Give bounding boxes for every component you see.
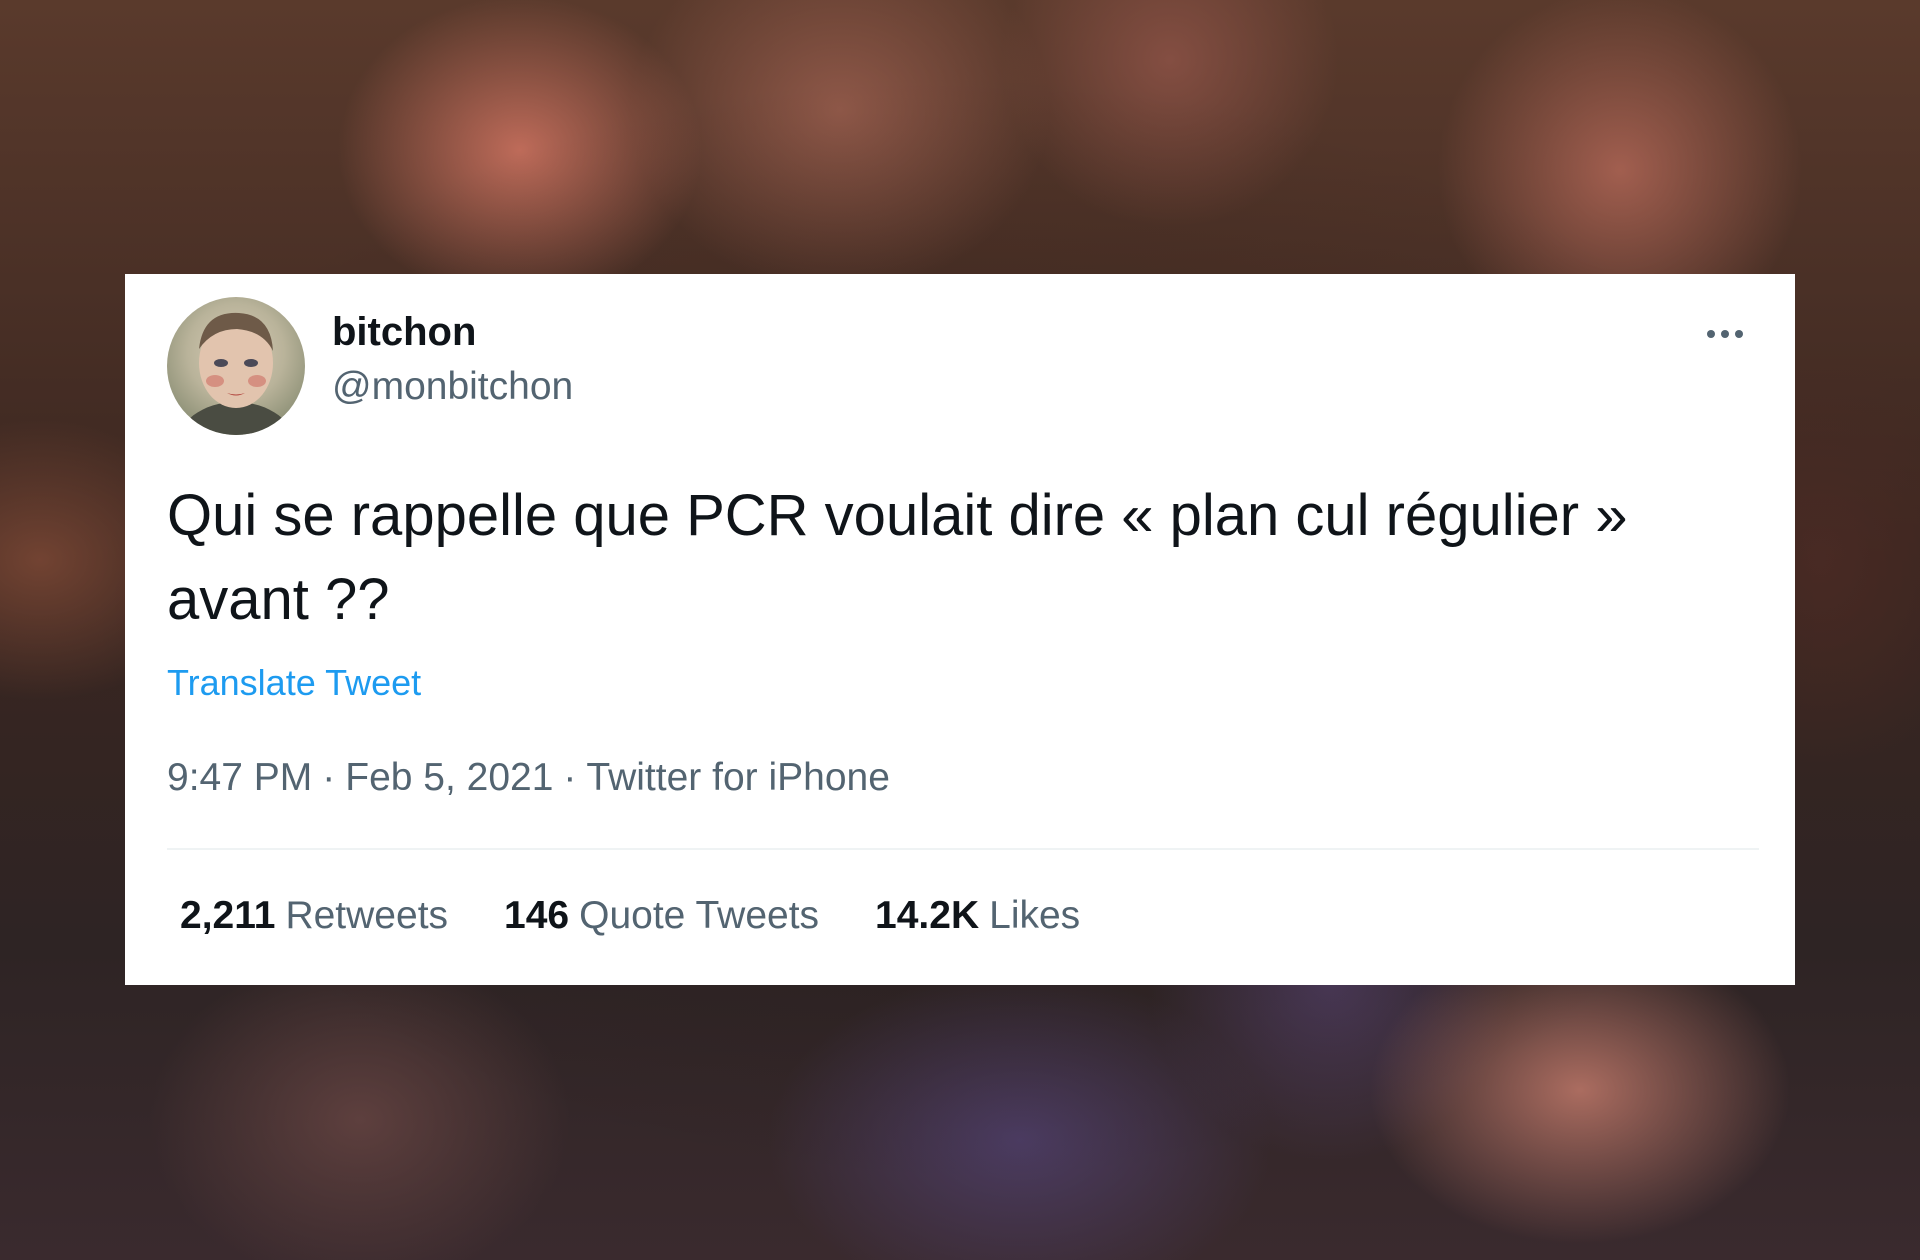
tweet-date[interactable]: Feb 5, 2021	[345, 756, 553, 799]
engagement-stats: 2,211 Retweets 146 Quote Tweets 14.2K Likes	[180, 894, 1080, 938]
tweet-card: bitchon @monbitchon Qui se rappelle que …	[125, 274, 1795, 985]
user-handle[interactable]: @monbitchon	[332, 365, 573, 409]
retweets-label: Retweets	[285, 894, 449, 937]
avatar-portrait-image	[178, 312, 294, 435]
retweets-count: 2,211	[180, 894, 276, 937]
tweet-meta: 9:47 PM · Feb 5, 2021 · Twitter for iPhone	[167, 756, 890, 800]
divider	[167, 848, 1759, 850]
more-options-button[interactable]	[1697, 322, 1753, 346]
quote-tweets-stat[interactable]: 146 Quote Tweets	[504, 894, 819, 938]
display-name[interactable]: bitchon	[332, 310, 476, 354]
meta-separator: ·	[563, 756, 577, 799]
quote-tweets-label: Quote Tweets	[579, 894, 820, 937]
tweet-time[interactable]: 9:47 PM	[167, 756, 312, 799]
quote-tweets-count: 146	[504, 894, 570, 937]
likes-stat[interactable]: 14.2K Likes	[875, 894, 1080, 938]
likes-count: 14.2K	[875, 894, 980, 937]
likes-label: Likes	[989, 894, 1081, 937]
more-horizontal-icon	[1707, 330, 1715, 338]
avatar[interactable]	[167, 297, 305, 435]
retweets-stat[interactable]: 2,211 Retweets	[180, 894, 448, 938]
meta-separator: ·	[322, 756, 336, 799]
translate-tweet-link[interactable]: Translate Tweet	[167, 662, 421, 704]
more-horizontal-icon-dot	[1721, 330, 1729, 338]
tweet-source[interactable]: Twitter for iPhone	[586, 756, 889, 799]
tweet-text: Qui se rappelle que PCR voulait dire « p…	[167, 483, 1628, 632]
more-horizontal-icon-dot	[1735, 330, 1743, 338]
